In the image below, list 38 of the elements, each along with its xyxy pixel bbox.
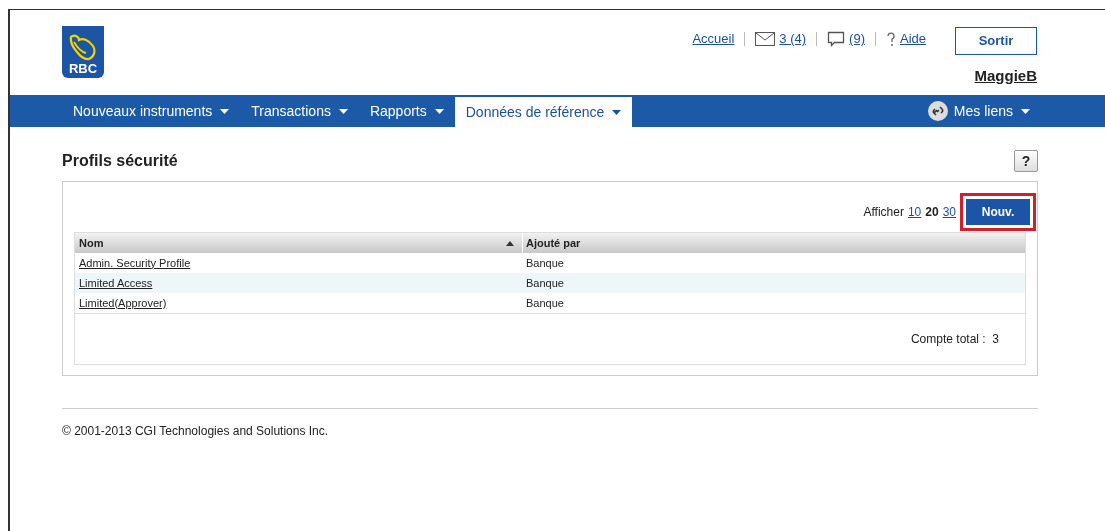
profile-link[interactable]: Limited(Approver): [75, 293, 523, 313]
header-link[interactable]: (9): [849, 29, 865, 49]
page-size-option[interactable]: 20: [925, 203, 939, 221]
page-size-option[interactable]: 10: [907, 203, 922, 221]
caret-icon: [338, 108, 348, 114]
question-mark-icon: [885, 31, 896, 47]
nav-menu[interactable]: Rapports: [358, 95, 455, 127]
total-count: Compte total : 3: [910, 331, 999, 348]
page-size-label: Afficher: [863, 204, 904, 221]
sort-ascending-icon: [506, 240, 514, 246]
caret-icon: [434, 108, 444, 114]
logout-button[interactable]: Sortir: [955, 27, 1037, 55]
column-header[interactable]: Ajouté par: [523, 233, 1025, 253]
caret-icon: [220, 108, 230, 114]
envelope-icon: [755, 32, 776, 46]
nav-menu[interactable]: Données de référence: [454, 97, 633, 128]
caret-icon: [612, 110, 622, 115]
my-links-menu[interactable]: Mes liens: [927, 95, 1030, 127]
page-size-option[interactable]: 30: [942, 203, 956, 221]
caret-icon: [1021, 108, 1030, 114]
logo[interactable]: RBC: [62, 26, 104, 78]
copyright-text: © 2001-2013 CGI Technologies and Solutions Inc.: [62, 423, 330, 440]
page-title: Profils sécurité: [62, 151, 178, 171]
table-cell-text: Banque: [525, 275, 565, 291]
profile-link[interactable]: Limited Access: [75, 273, 523, 293]
table-cell-text: Banque: [525, 255, 565, 271]
profile-link[interactable]: Admin. Security Profile: [75, 253, 523, 273]
nav-menu[interactable]: Transactions: [240, 95, 359, 127]
username-link[interactable]: MaggieB: [974, 65, 1037, 88]
speech-bubble-icon: [827, 31, 846, 47]
logo-text: RBC: [68, 62, 98, 75]
header-link[interactable]: Accueil: [692, 29, 735, 49]
help-button[interactable]: ?: [1014, 150, 1038, 172]
nav-menu[interactable]: Nouveaux instruments: [62, 95, 241, 127]
new-button[interactable]: Nouv.: [966, 199, 1030, 225]
header-link[interactable]: Aide: [899, 29, 926, 49]
header-link[interactable]: 3 (4): [779, 29, 807, 49]
table-cell-text: Banque: [525, 295, 565, 311]
